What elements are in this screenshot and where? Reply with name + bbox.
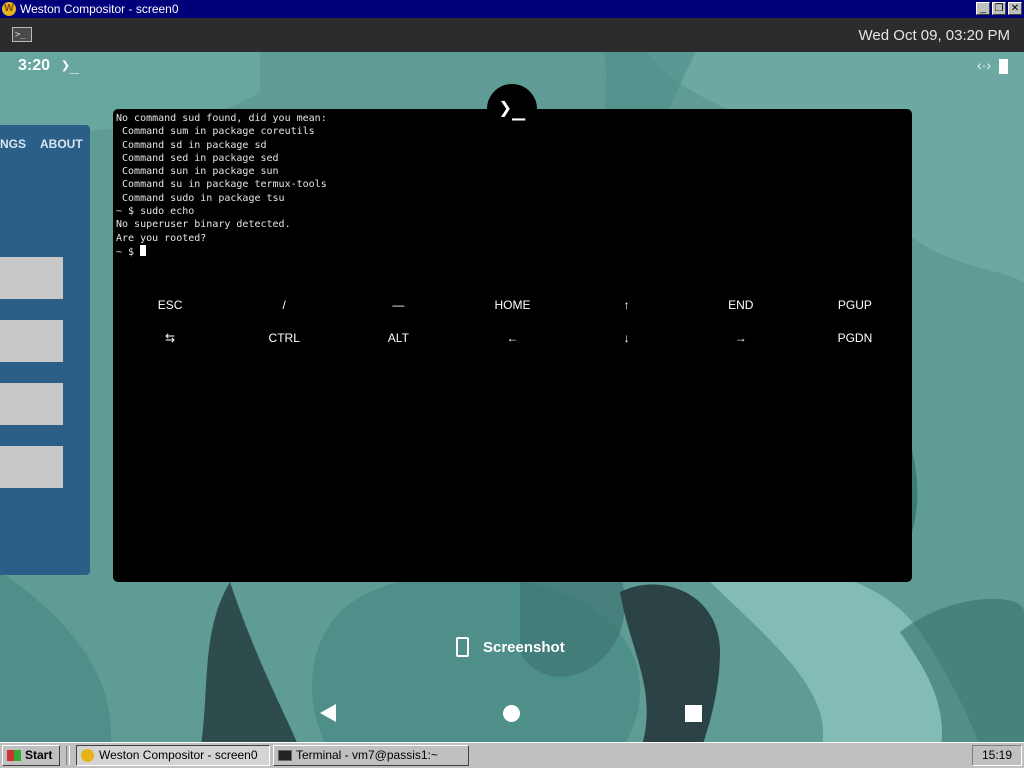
key-end[interactable]: END — [684, 298, 798, 312]
start-menu-icon — [7, 750, 21, 761]
window-title-bar: W Weston Compositor - screen0 _ ❐ ✕ — [0, 0, 1024, 18]
key-left[interactable]: ← — [455, 331, 569, 345]
app-button[interactable] — [0, 446, 63, 488]
app-button[interactable] — [0, 320, 63, 362]
extra-keys-row-2: ⇆ CTRL ALT ← ↓ → PGDN — [113, 331, 912, 345]
key-slash[interactable]: / — [227, 298, 341, 312]
app-tabs: NGS ABOUT — [0, 137, 83, 151]
taskbar-separator — [66, 746, 70, 765]
nav-recents-button[interactable] — [685, 705, 702, 722]
key-esc[interactable]: ESC — [113, 298, 227, 312]
weston-icon — [81, 749, 94, 762]
terminal-text: No command sud found, did you mean: Comm… — [116, 113, 327, 258]
taskbar: Start Weston Compositor - screen0 Termin… — [0, 742, 1024, 768]
android-desktop: 3:20 ❯_ ‹·› NGS ABOUT No command sud fou… — [0, 52, 1024, 742]
data-transfer-icon: ‹·› — [977, 57, 991, 73]
key-ctrl[interactable]: CTRL — [227, 331, 341, 345]
weston-panel: >_ Wed Oct 09, 03:20 PM — [0, 18, 1024, 52]
screenshot-action[interactable]: Screenshot — [456, 637, 565, 657]
terminal-output[interactable]: No command sud found, did you mean: Comm… — [116, 112, 327, 259]
key-dash[interactable]: — — [341, 298, 455, 312]
task-weston-compositor[interactable]: Weston Compositor - screen0 — [76, 745, 270, 766]
weston-logo-icon: W — [2, 2, 16, 16]
phone-screenshot-icon — [456, 637, 469, 657]
maximize-button[interactable]: ❐ — [992, 2, 1006, 15]
extra-keys-row-1: ESC / — HOME ↑ END PGUP — [113, 298, 912, 312]
battery-icon — [999, 58, 1008, 74]
terminal-window[interactable]: No command sud found, did you mean: Comm… — [113, 109, 912, 582]
key-right[interactable]: → — [684, 331, 798, 345]
nav-back-button[interactable] — [320, 704, 336, 722]
task-label: Weston Compositor - screen0 — [99, 748, 258, 762]
key-up[interactable]: ↑ — [570, 298, 684, 312]
app-button[interactable] — [0, 383, 63, 425]
key-home[interactable]: HOME — [455, 298, 569, 312]
close-button[interactable]: ✕ — [1008, 2, 1022, 15]
key-down[interactable]: ↓ — [570, 331, 684, 345]
status-time: 3:20 — [18, 57, 51, 74]
tab-settings[interactable]: NGS — [0, 137, 26, 151]
panel-clock: Wed Oct 09, 03:20 PM — [858, 27, 1010, 44]
screenshot-label: Screenshot — [483, 638, 565, 656]
nav-home-button[interactable] — [503, 705, 520, 722]
window-controls: _ ❐ ✕ — [976, 2, 1022, 15]
taskbar-clock: 15:19 — [972, 745, 1022, 766]
minimize-button[interactable]: _ — [976, 2, 990, 15]
task-label: Terminal - vm7@passis1:~ — [296, 748, 438, 762]
key-pgdn[interactable]: PGDN — [798, 331, 912, 345]
start-button[interactable]: Start — [2, 745, 60, 766]
key-pgup[interactable]: PGUP — [798, 298, 912, 312]
window-title: Weston Compositor - screen0 — [20, 2, 179, 16]
app-button[interactable] — [0, 257, 63, 299]
key-tab[interactable]: ⇆ — [113, 331, 227, 345]
terminal-notification-icon: ❯_ — [61, 56, 80, 74]
tab-about[interactable]: ABOUT — [40, 137, 83, 151]
terminal-launcher-icon[interactable]: >_ — [12, 27, 32, 42]
terminal-app-icon: ❯_ — [487, 84, 537, 134]
terminal-icon — [278, 750, 292, 761]
background-app-card[interactable]: NGS ABOUT — [0, 125, 90, 575]
task-terminal[interactable]: Terminal - vm7@passis1:~ — [273, 745, 469, 766]
start-label: Start — [25, 748, 53, 762]
key-alt[interactable]: ALT — [341, 331, 455, 345]
status-icons: ‹·› — [977, 57, 1008, 74]
terminal-cursor — [140, 244, 147, 256]
